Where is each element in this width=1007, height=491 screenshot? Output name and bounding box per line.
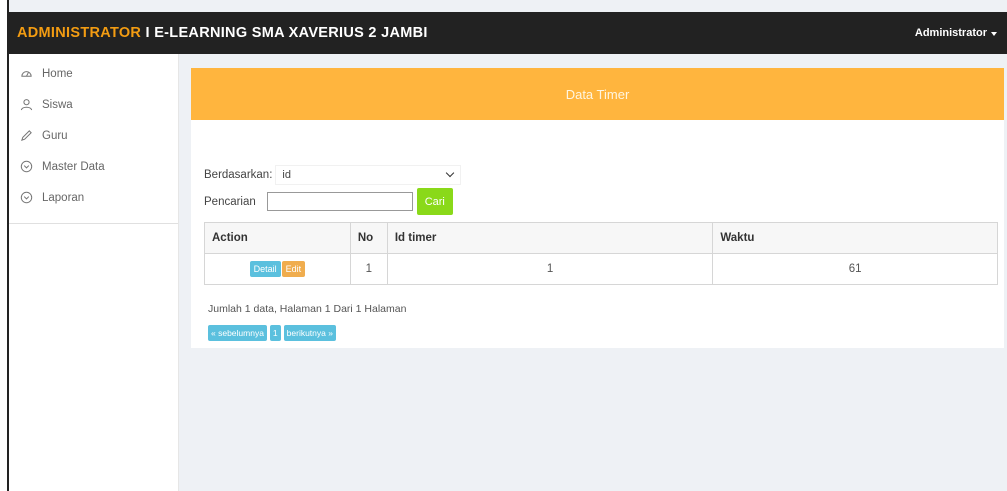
circle-chevron-down-icon <box>19 191 33 205</box>
search-input[interactable] <box>266 192 413 211</box>
filter-by-value: id <box>282 168 291 181</box>
col-header-id-timer: Id timer <box>386 222 714 254</box>
sidebar-menu: Home Siswa Guru Master Data Laporan <box>9 54 178 224</box>
filter-by-label: Berdasarkan: <box>204 168 273 181</box>
filter-form: Berdasarkan: id Pencarian Cari <box>204 161 462 215</box>
next-page-button[interactable]: berikutnya » <box>283 325 336 341</box>
detail-button[interactable]: Detail <box>249 261 281 277</box>
circle-chevron-down-icon <box>19 160 33 174</box>
top-navbar: ADMINISTRATOR I E-LEARNING SMA XAVERIUS … <box>9 12 1007 54</box>
panel-title: Data Timer <box>191 68 1004 120</box>
search-button[interactable]: Cari <box>416 188 453 215</box>
pagination-summary: Jumlah 1 data, Halaman 1 Dari 1 Halaman <box>208 303 407 315</box>
sidebar: Home Siswa Guru Master Data Laporan <box>9 54 179 491</box>
sidebar-item-master-data[interactable]: Master Data <box>9 151 178 182</box>
brand-role: ADMINISTRATOR <box>17 25 142 41</box>
brand-title: I E-LEARNING SMA XAVERIUS 2 JAMBI <box>141 25 428 41</box>
user-name: Administrator <box>914 27 987 39</box>
sidebar-item-label: Guru <box>42 129 68 142</box>
col-header-waktu: Waktu <box>712 222 998 254</box>
waktu-cell: 61 <box>712 253 998 285</box>
sidebar-item-label: Laporan <box>42 191 85 204</box>
prev-page-button[interactable]: « sebelumnya <box>208 325 267 341</box>
app-frame: ADMINISTRATOR I E-LEARNING SMA XAVERIUS … <box>7 0 1007 491</box>
pencil-icon <box>19 129 33 143</box>
chevron-down-icon <box>446 168 455 178</box>
content-panel: Data Timer Berdasarkan: id Pencarian Car… <box>191 68 1004 348</box>
app-brand[interactable]: ADMINISTRATOR I E-LEARNING SMA XAVERIUS … <box>17 25 428 41</box>
dashboard-icon <box>19 67 33 81</box>
col-header-no: No <box>349 222 388 254</box>
edit-button[interactable]: Edit <box>281 261 306 277</box>
table-row: Detail Edit 1 1 61 <box>204 253 998 285</box>
sidebar-item-guru[interactable]: Guru <box>9 120 178 151</box>
sidebar-item-siswa[interactable]: Siswa <box>9 89 178 120</box>
page-1-button[interactable]: 1 <box>269 325 281 341</box>
no-cell: 1 <box>349 253 388 285</box>
sidebar-item-label: Siswa <box>42 98 73 111</box>
sidebar-item-label: Home <box>42 67 73 80</box>
table-header-row: Action No Id timer Waktu <box>204 222 998 254</box>
id-timer-cell: 1 <box>386 253 714 285</box>
user-menu-toggle[interactable]: Administrator <box>915 27 997 39</box>
sidebar-item-home[interactable]: Home <box>9 58 178 89</box>
action-cell: Detail Edit <box>204 253 351 285</box>
caret-down-icon <box>991 31 997 36</box>
search-label: Pencarian <box>204 195 256 208</box>
sidebar-item-laporan[interactable]: Laporan <box>9 182 178 213</box>
timer-table: Action No Id timer Waktu Detail Edit 1 1 … <box>204 222 998 285</box>
pagination: « sebelumnya 1 berikutnya » <box>208 325 336 341</box>
sidebar-item-label: Master Data <box>42 160 105 173</box>
col-header-action: Action <box>204 222 351 254</box>
filter-by-select[interactable]: id <box>275 164 462 185</box>
user-icon <box>19 98 33 112</box>
